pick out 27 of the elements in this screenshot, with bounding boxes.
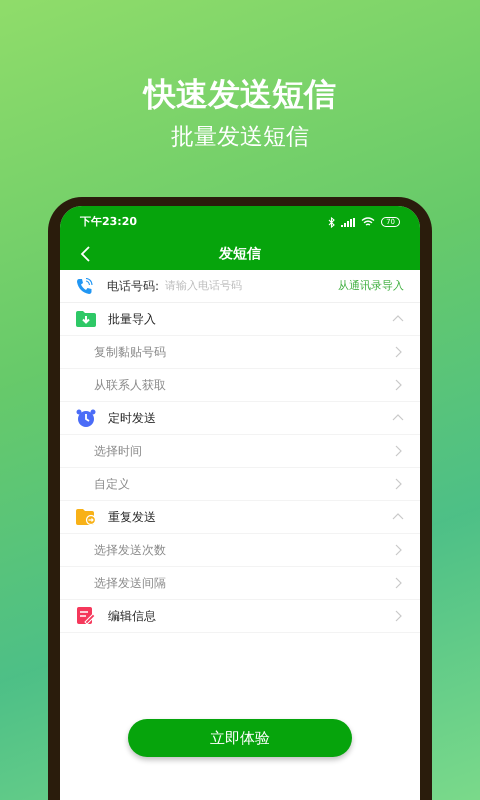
status-time: 下午23:20	[80, 214, 138, 230]
menu-item[interactable]: 自定义	[60, 468, 420, 501]
import-contacts-link[interactable]: 从通讯录导入	[338, 278, 404, 294]
edit-note-icon	[77, 607, 95, 625]
menu-item[interactable]: 选择发送间隔	[60, 567, 420, 600]
section-header[interactable]: 重复发送	[60, 501, 420, 534]
folder-arrow-icon	[76, 509, 96, 525]
phone-number-field[interactable]: 请输入电话号码	[165, 278, 338, 294]
try-now-button[interactable]: 立即体验	[128, 719, 352, 757]
menu-item[interactable]: 从联系人获取	[60, 369, 420, 402]
section-header[interactable]: 批量导入	[60, 303, 420, 336]
menu-item[interactable]: 复制黏贴号码	[60, 336, 420, 369]
phone-number-label: 电话号码:	[107, 278, 160, 295]
menu-item[interactable]: 选择时间	[60, 435, 420, 468]
headline: 快速发送短信	[144, 74, 336, 115]
menu-item[interactable]: 选择发送次数	[60, 534, 420, 567]
back-icon[interactable]	[80, 246, 90, 262]
phone-icon	[76, 278, 93, 294]
folder-download-icon	[76, 311, 96, 327]
menu-item[interactable]: 编辑信息	[60, 600, 420, 633]
section-header[interactable]: 定时发送	[60, 402, 420, 435]
signal-icon	[341, 218, 356, 226]
subheadline: 批量发送短信	[171, 123, 309, 152]
bluetooth-icon	[328, 216, 336, 228]
wifi-icon	[361, 217, 376, 227]
nav-title: 发短信	[219, 244, 261, 264]
alarm-clock-icon	[76, 409, 96, 427]
